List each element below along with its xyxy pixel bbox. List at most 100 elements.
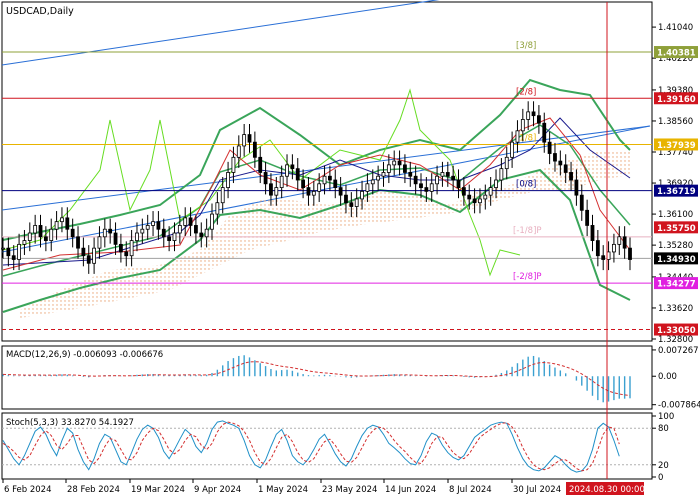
candle-body	[220, 187, 225, 204]
candle-body	[317, 183, 322, 192]
candle-body	[188, 217, 193, 226]
time-tick-label: 28 Feb 2024	[67, 485, 120, 495]
price-tag-label: 1.34930	[657, 255, 696, 265]
candle-body	[102, 228, 107, 238]
time-tick-label: 19 Mar 2024	[131, 485, 185, 495]
candle-body	[290, 164, 295, 170]
candle-body	[247, 134, 252, 143]
candle-body	[172, 232, 177, 241]
price-tick-label: 1.35280	[658, 241, 693, 251]
candle-body	[38, 225, 43, 238]
candle-body	[590, 225, 595, 241]
price-tag-label: 1.37939	[657, 141, 696, 151]
time-tick-label: 23 May 2024	[322, 485, 377, 495]
candle-body	[97, 236, 102, 249]
stoch-label: Stoch(5,3,3) 33.8270 54.1927	[6, 418, 134, 428]
chart-canvas: USDCAD,Daily [3/8][2/8][1/8][0/8][-1/8]P…	[0, 0, 700, 500]
time-tick-label: 14 Jun 2024	[385, 485, 436, 495]
candle-body	[145, 225, 150, 230]
candle-body	[252, 141, 257, 158]
candle-body	[177, 225, 182, 234]
price-tick-label: 1.32800	[658, 335, 693, 345]
candle-body	[435, 175, 439, 185]
price-tick-label: 1.41040	[658, 23, 693, 33]
candle-body	[49, 228, 54, 241]
macd-tick-label: 0.007267	[658, 346, 699, 356]
candle-body	[92, 247, 97, 264]
candle-body	[494, 179, 498, 188]
candle-body	[622, 236, 627, 249]
murrey-label: [3/8]	[516, 41, 536, 51]
candle-body	[54, 221, 59, 230]
symbol-label: USDCAD,Daily	[6, 6, 74, 17]
candle-body	[124, 251, 129, 257]
candle-body	[242, 134, 247, 147]
candle-body	[269, 183, 273, 196]
candle-body	[617, 236, 622, 245]
price-tag-label: 1.34277	[657, 280, 696, 290]
candle-body	[86, 255, 91, 264]
candle-body	[354, 198, 359, 207]
candle-body	[344, 194, 348, 204]
candle-body	[526, 111, 531, 120]
candle-body	[285, 164, 289, 177]
candle-body	[215, 202, 220, 215]
candle-body	[579, 194, 584, 211]
price-tag-label: 1.40381	[657, 49, 696, 59]
candle-body	[413, 175, 418, 185]
candle-body	[445, 172, 450, 177]
candle-body	[403, 164, 407, 173]
candle-body	[360, 190, 364, 200]
candle-body	[531, 111, 536, 117]
candle-body	[118, 243, 123, 253]
candle-body	[11, 255, 16, 260]
candle-body	[585, 209, 590, 226]
candle-body	[156, 221, 161, 230]
candle-body	[429, 183, 434, 192]
candle-body	[370, 179, 375, 185]
candle-body	[151, 221, 155, 226]
price-tick-label: 1.33620	[658, 304, 693, 314]
candle-body	[381, 172, 386, 177]
candle-body	[161, 228, 166, 238]
candle-body	[194, 225, 198, 234]
murrey-label: [-1/8]P	[513, 226, 542, 236]
candle-body	[327, 175, 332, 181]
candle-body	[606, 251, 611, 260]
candle-body	[1, 247, 5, 250]
candle-body	[210, 213, 214, 230]
candle-body	[612, 243, 616, 253]
candle-body	[467, 194, 472, 200]
stoch-tick-label: 100	[658, 412, 674, 422]
candle-body	[60, 217, 64, 223]
candle-body	[536, 115, 541, 124]
candle-body	[76, 236, 80, 249]
candle-body	[563, 164, 568, 173]
macd-tick-label: 0.00	[658, 372, 677, 382]
candle-body	[204, 228, 209, 238]
candle-body	[311, 190, 316, 196]
macd-panel: MACD(12,26,9) -0.006093 -0.006676	[1, 345, 653, 410]
stoch-panel: Stoch(5,3,3) 33.8270 54.1927	[1, 412, 653, 480]
candle-body	[81, 247, 86, 257]
candle-body	[440, 172, 445, 177]
candle-body	[542, 122, 547, 143]
candle-body	[263, 172, 268, 185]
murrey-label: [-2/8]P	[513, 272, 542, 282]
stoch-tick-label: 80	[658, 424, 669, 434]
macd-tick-label: -0.007864	[658, 401, 700, 411]
candle-body	[70, 228, 75, 238]
candle-body	[478, 198, 482, 204]
stoch-tick-label: 20	[658, 461, 669, 471]
candle-body	[231, 156, 236, 173]
candle-body	[258, 156, 263, 173]
candle-body	[349, 202, 354, 207]
candle-body	[183, 217, 188, 226]
price-tick-label: 1.36100	[658, 210, 693, 220]
candle-body	[408, 172, 413, 177]
candle-body	[140, 228, 145, 234]
murrey-label: [0/8]	[516, 180, 536, 190]
candle-body	[295, 168, 300, 181]
candle-body	[338, 187, 343, 196]
candle-body	[322, 175, 327, 185]
